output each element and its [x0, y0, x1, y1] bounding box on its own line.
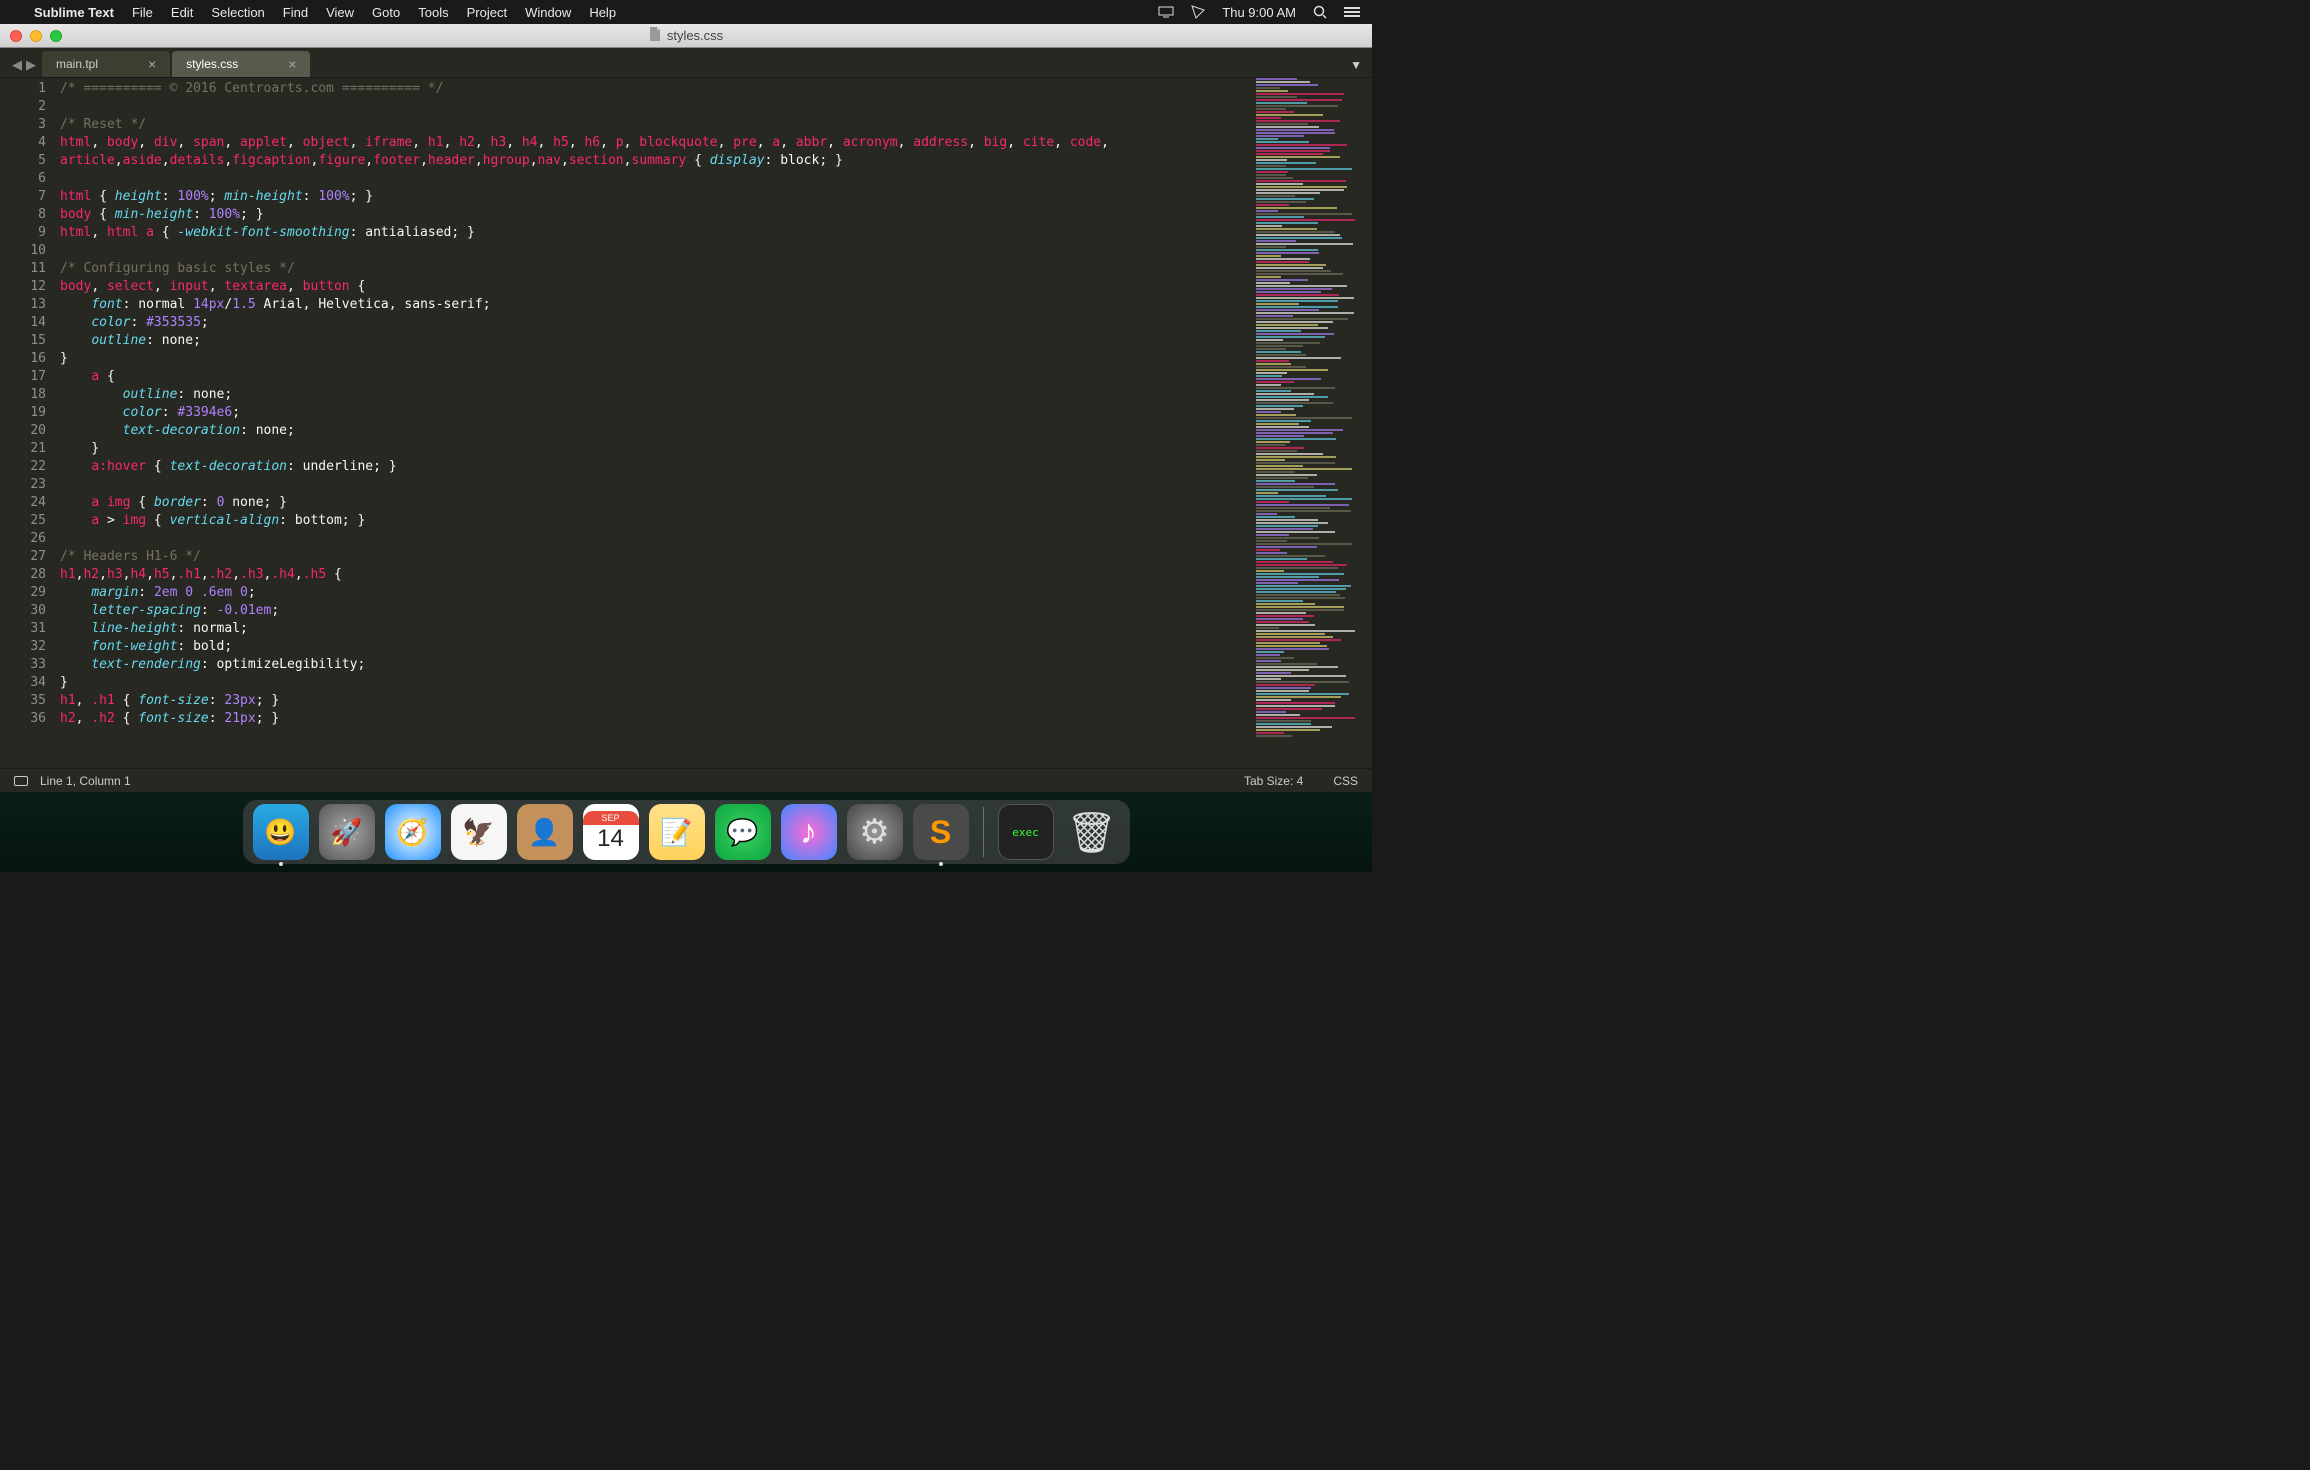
- menu-find[interactable]: Find: [283, 5, 308, 20]
- display-icon[interactable]: [1158, 4, 1174, 20]
- tab-label: main.tpl: [56, 57, 98, 71]
- dock-contacts-icon[interactable]: 👤: [517, 804, 573, 860]
- nav-back-icon[interactable]: ◀: [10, 57, 24, 73]
- tab-bar: ◀ ▶ main.tpl × styles.css × ▼: [0, 48, 1372, 78]
- dock-calendar-icon[interactable]: SEP14: [583, 804, 639, 860]
- dock-sublime-text-icon[interactable]: S: [913, 804, 969, 860]
- status-cursor: Line 1, Column 1: [40, 774, 131, 788]
- tab-close-icon[interactable]: ×: [148, 57, 156, 71]
- menu-view[interactable]: View: [326, 5, 354, 20]
- line-gutter: 1234567891011121314151617181920212223242…: [0, 78, 60, 768]
- tab-styles-css[interactable]: styles.css ×: [172, 51, 310, 77]
- code-area[interactable]: /* ========== © 2016 Centroarts.com ====…: [60, 78, 1252, 768]
- macos-menubar: Sublime Text File Edit Selection Find Vi…: [0, 0, 1372, 24]
- panel-switcher-icon[interactable]: [14, 776, 28, 786]
- script-icon[interactable]: [1190, 4, 1206, 20]
- status-language[interactable]: CSS: [1333, 774, 1358, 788]
- tab-label: styles.css: [186, 57, 238, 71]
- desktop: 😃🚀🧭🦅👤SEP14📝💬♪⚙︎Sexec🗑: [0, 792, 1372, 872]
- menu-project[interactable]: Project: [467, 5, 507, 20]
- menu-extras-icon[interactable]: [1344, 4, 1360, 20]
- dock-system-preferences-icon[interactable]: ⚙︎: [847, 804, 903, 860]
- window-minimize-button[interactable]: [30, 30, 42, 42]
- dock-separator: [983, 807, 984, 857]
- spotlight-icon[interactable]: [1312, 4, 1328, 20]
- menu-file[interactable]: File: [132, 5, 153, 20]
- window-close-button[interactable]: [10, 30, 22, 42]
- dock-safari-icon[interactable]: 🧭: [385, 804, 441, 860]
- menu-help[interactable]: Help: [589, 5, 616, 20]
- tab-close-icon[interactable]: ×: [288, 57, 296, 71]
- window-titlebar: styles.css: [0, 24, 1372, 48]
- dock-finder-icon[interactable]: 😃: [253, 804, 309, 860]
- menubar-clock[interactable]: Thu 9:00 AM: [1222, 5, 1296, 20]
- menu-window[interactable]: Window: [525, 5, 571, 20]
- dock: 😃🚀🧭🦅👤SEP14📝💬♪⚙︎Sexec🗑: [243, 800, 1130, 864]
- nav-forward-icon[interactable]: ▶: [24, 57, 38, 73]
- menu-tools[interactable]: Tools: [418, 5, 448, 20]
- dock-mail-icon[interactable]: 🦅: [451, 804, 507, 860]
- tab-main-tpl[interactable]: main.tpl ×: [42, 51, 170, 77]
- menu-edit[interactable]: Edit: [171, 5, 193, 20]
- dock-terminal-icon[interactable]: exec: [998, 804, 1054, 860]
- editor[interactable]: 1234567891011121314151617181920212223242…: [0, 78, 1372, 768]
- window-title: styles.css: [649, 27, 723, 44]
- tab-dropdown-icon[interactable]: ▼: [1340, 53, 1372, 77]
- file-icon: [649, 27, 661, 44]
- menu-selection[interactable]: Selection: [211, 5, 264, 20]
- dock-messages-icon[interactable]: 💬: [715, 804, 771, 860]
- app-menu[interactable]: Sublime Text: [34, 5, 114, 20]
- menu-goto[interactable]: Goto: [372, 5, 400, 20]
- window-maximize-button[interactable]: [50, 30, 62, 42]
- dock-launchpad-icon[interactable]: 🚀: [319, 804, 375, 860]
- status-tabsize[interactable]: Tab Size: 4: [1244, 774, 1303, 788]
- dock-itunes-icon[interactable]: ♪: [781, 804, 837, 860]
- status-bar: Line 1, Column 1 Tab Size: 4 CSS: [0, 768, 1372, 792]
- dock-trash-icon[interactable]: 🗑: [1064, 804, 1120, 860]
- dock-notes-icon[interactable]: 📝: [649, 804, 705, 860]
- minimap[interactable]: [1252, 78, 1372, 768]
